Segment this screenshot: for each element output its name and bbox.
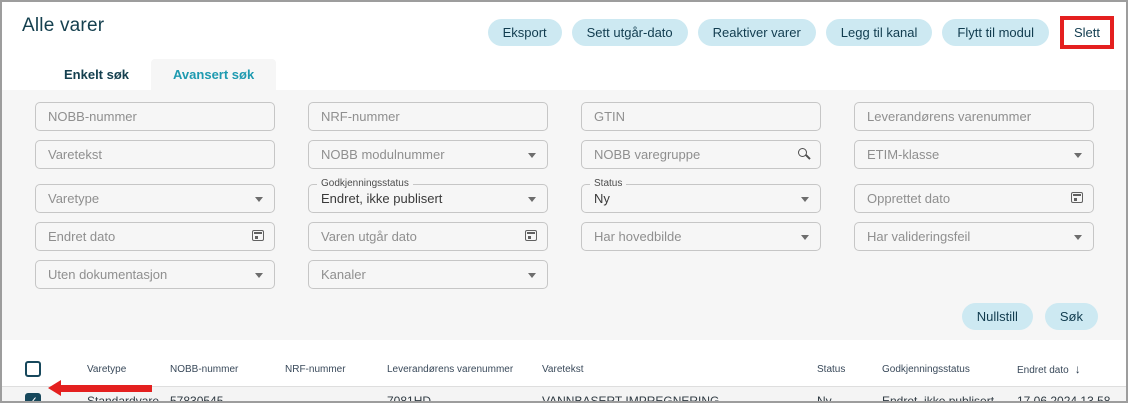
nobb-number-input[interactable] [35, 102, 275, 131]
gtin-input[interactable] [581, 102, 821, 131]
export-button[interactable]: Eksport [488, 19, 562, 46]
cell-status: Ny [817, 387, 882, 403]
field-nobb-number [35, 102, 275, 131]
cell-leverandorens-varenummer: 7081HD [387, 387, 542, 403]
nobb-module-number-select[interactable] [308, 140, 548, 169]
field-nobb-product-group [581, 140, 821, 169]
channels-select[interactable] [308, 260, 548, 289]
col-header-leverandorens-varenummer[interactable]: Leverandørens varenummer [387, 348, 542, 387]
select-all-checkbox[interactable] [25, 361, 41, 377]
status-label: Status [590, 178, 626, 189]
table-header-row: Varetype NOBB-nummer NRF-nummer Leverand… [2, 348, 1126, 387]
cell-nrf-nummer [285, 387, 387, 403]
search-button[interactable]: Søk [1045, 303, 1098, 330]
results-table: Varetype NOBB-nummer NRF-nummer Leverand… [2, 348, 1126, 403]
field-supplier-item-number [854, 102, 1094, 131]
col-header-nobb-nummer[interactable]: NOBB-nummer [170, 348, 285, 387]
search-form-grid: Godkjenningsstatus Status [2, 102, 1126, 289]
page-title: Alle varer [22, 15, 104, 37]
cell-nobb-nummer: 57830545 [170, 387, 285, 403]
chevron-down-icon [255, 197, 263, 202]
approval-status-label: Godkjenningsstatus [317, 178, 413, 189]
created-date-input[interactable] [854, 184, 1094, 213]
chevron-down-icon [1074, 153, 1082, 158]
search-icon[interactable] [798, 148, 807, 157]
calendar-icon[interactable] [252, 230, 264, 241]
delete-button[interactable]: Slett [1066, 21, 1108, 44]
calendar-icon[interactable] [1071, 192, 1083, 203]
col-header-nrf-nummer[interactable]: NRF-nummer [285, 348, 387, 387]
has-main-image-select[interactable] [581, 222, 821, 251]
without-documentation-select[interactable] [35, 260, 275, 289]
has-validation-error-select[interactable] [854, 222, 1094, 251]
search-tabs: Enkelt søk Avansert søk [42, 59, 1126, 90]
row-checkbox[interactable]: ✓ [25, 393, 41, 403]
field-without-documentation [35, 260, 275, 289]
cell-godkjenningsstatus: Endret, ikke publisert [882, 387, 1017, 403]
chevron-down-icon [801, 197, 809, 202]
col-header-godkjenningsstatus[interactable]: Godkjenningsstatus [882, 348, 1017, 387]
page-header: Alle varer Eksport Sett utgår-dato Reakt… [2, 2, 1126, 49]
toolbar: Eksport Sett utgår-dato Reaktiver varer … [488, 15, 1114, 49]
set-expiry-date-button[interactable]: Sett utgår-dato [572, 19, 688, 46]
field-gtin [581, 102, 821, 131]
field-etim-class [854, 140, 1094, 169]
reactivate-products-button[interactable]: Reaktiver varer [698, 19, 816, 46]
tab-advanced-search[interactable]: Avansert søk [151, 59, 276, 90]
field-product-text [35, 140, 275, 169]
supplier-item-number-input[interactable] [854, 102, 1094, 131]
field-nrf-number [308, 102, 548, 131]
form-actions: Nullstill Søk [2, 289, 1126, 334]
col-header-varetype[interactable]: Varetype [87, 348, 170, 387]
chevron-down-icon [801, 235, 809, 240]
cell-varetekst: VANNBASERT IMPREGNERING [542, 387, 817, 403]
field-changed-date [35, 222, 275, 251]
field-nobb-module-number [308, 140, 548, 169]
field-has-validation-error [854, 222, 1094, 251]
field-status: Status [581, 184, 821, 213]
cell-endret-dato: 17.06.2024 13.58 [1017, 387, 1126, 403]
chevron-down-icon [1074, 235, 1082, 240]
table-row[interactable]: ✓ Standardvare 57830545 7081HD VANNBASER… [2, 387, 1126, 403]
product-type-select[interactable] [35, 184, 275, 213]
field-channels [308, 260, 548, 289]
chevron-down-icon [255, 273, 263, 278]
nobb-product-group-input[interactable] [581, 140, 821, 169]
product-text-input[interactable] [35, 140, 275, 169]
chevron-down-icon [528, 153, 536, 158]
cell-varetype: Standardvare [87, 387, 170, 403]
col-header-endret-dato[interactable]: Endret dato↓ [1017, 348, 1126, 387]
chevron-down-icon [528, 197, 536, 202]
col-header-status[interactable]: Status [817, 348, 882, 387]
calendar-icon[interactable] [525, 230, 537, 241]
annotation-red-box: Slett [1060, 16, 1114, 49]
reset-button[interactable]: Nullstill [962, 303, 1033, 330]
chevron-down-icon [528, 273, 536, 278]
sort-desc-icon[interactable]: ↓ [1075, 362, 1081, 376]
expiry-date-input[interactable] [308, 222, 548, 251]
add-to-channel-button[interactable]: Legg til kanal [826, 19, 933, 46]
col-header-varetekst[interactable]: Varetekst [542, 348, 817, 387]
field-approval-status: Godkjenningsstatus [308, 184, 548, 213]
move-to-module-button[interactable]: Flytt til modul [942, 19, 1049, 46]
changed-date-input[interactable] [35, 222, 275, 251]
field-has-main-image [581, 222, 821, 251]
tab-simple-search[interactable]: Enkelt søk [42, 59, 151, 90]
advanced-search-panel: Godkjenningsstatus Status [2, 90, 1126, 340]
field-expiry-date [308, 222, 548, 251]
etim-class-select[interactable] [854, 140, 1094, 169]
all-products-page: Alle varer Eksport Sett utgår-dato Reakt… [0, 0, 1128, 403]
field-product-type [35, 184, 275, 213]
field-created-date [854, 184, 1094, 213]
nrf-number-input[interactable] [308, 102, 548, 131]
